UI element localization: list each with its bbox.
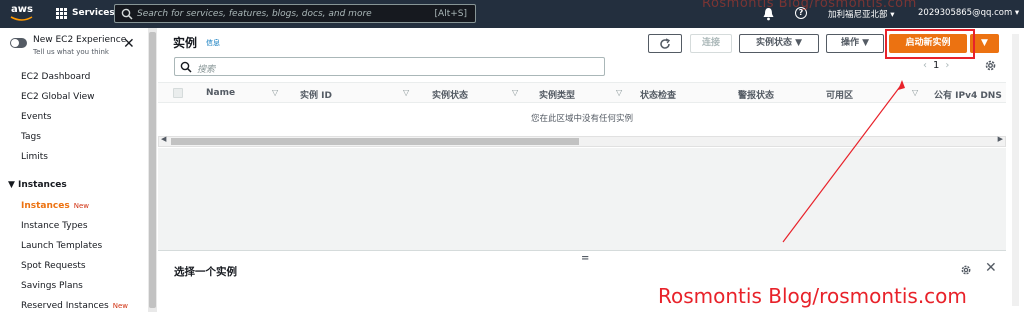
- annotation-arrow: [782, 80, 905, 243]
